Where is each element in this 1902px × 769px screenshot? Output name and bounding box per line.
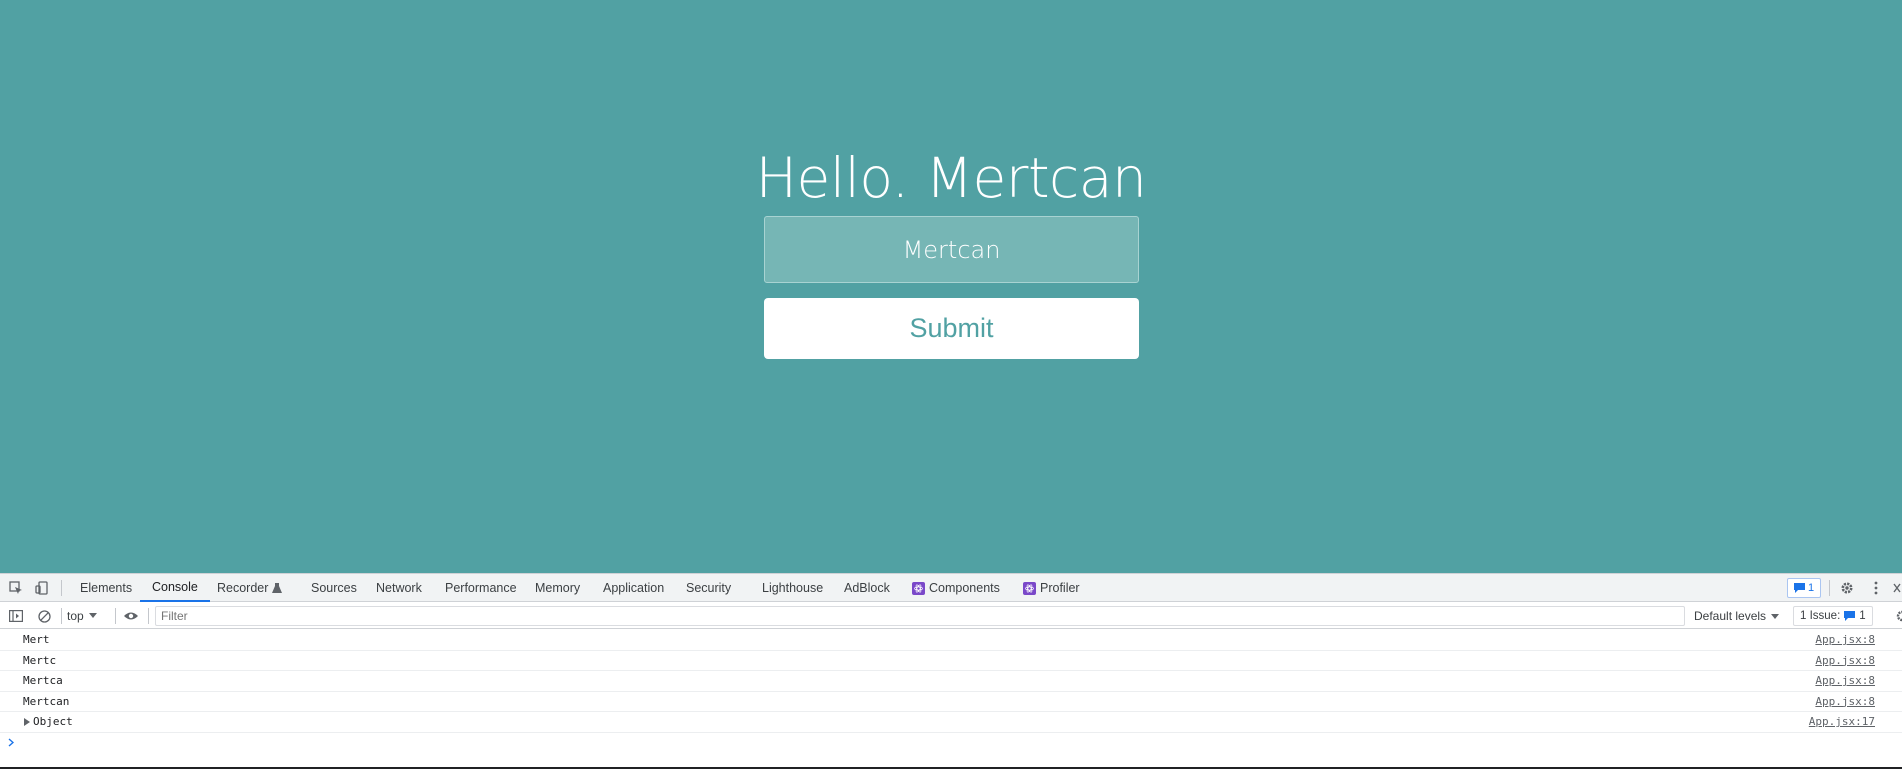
console-log-row: Mertc App.jsx:8	[0, 651, 1902, 671]
log-message: Mertcan	[23, 694, 70, 708]
tab-lighthouse[interactable]: Lighthouse	[762, 574, 823, 602]
issues-counter[interactable]: 1 Issue: 1	[1793, 606, 1873, 626]
issues-badge[interactable]: 1	[1787, 578, 1821, 598]
close-icon[interactable]	[1892, 580, 1902, 596]
filter-input[interactable]	[155, 606, 1685, 626]
devtools-tabbar: Elements Console Recorder Sources Networ…	[0, 574, 1902, 602]
device-toolbar-icon[interactable]	[34, 580, 50, 596]
console-prompt[interactable]	[0, 733, 1902, 755]
gear-icon[interactable]	[1839, 580, 1855, 596]
more-options-icon[interactable]	[1868, 580, 1884, 596]
react-logo-icon	[1023, 581, 1036, 595]
tab-security[interactable]: Security	[686, 574, 731, 602]
tabbar-divider	[61, 580, 62, 596]
tab-elements[interactable]: Elements	[80, 574, 132, 602]
name-input[interactable]	[764, 216, 1139, 283]
tab-profiler[interactable]: Profiler	[1023, 574, 1080, 602]
console-toolbar: top Default levels 1 Issue: 1	[0, 603, 1902, 629]
submit-button[interactable]: Submit	[764, 298, 1139, 359]
context-selector[interactable]: top	[67, 606, 97, 625]
tab-network[interactable]: Network	[376, 574, 422, 602]
tab-sources[interactable]: Sources	[311, 574, 357, 602]
toolbar-divider	[61, 608, 62, 624]
tab-console[interactable]: Console	[140, 574, 210, 602]
devtools-panel: Elements Console Recorder Sources Networ…	[0, 573, 1902, 769]
toolbar-divider	[148, 608, 149, 624]
log-source-link[interactable]: App.jsx:8	[1815, 654, 1875, 667]
console-settings-icon[interactable]	[1893, 608, 1902, 624]
log-message: Mertc	[23, 653, 57, 667]
eye-icon[interactable]	[123, 608, 139, 624]
app-viewport: Hello. Mertcan Submit	[0, 0, 1902, 573]
log-source-link[interactable]: App.jsx:17	[1809, 715, 1875, 728]
console-log-row: Mertca App.jsx:8	[0, 671, 1902, 692]
tab-recorder[interactable]: Recorder	[217, 574, 283, 602]
flask-icon	[272, 582, 283, 593]
console-log-row: Object App.jsx:17	[0, 712, 1902, 733]
toolbar-divider	[115, 608, 116, 624]
tab-components[interactable]: Components	[912, 574, 1000, 602]
console-log-row: Mertcan App.jsx:8	[0, 692, 1902, 712]
react-logo-icon	[912, 581, 925, 595]
log-source-link[interactable]: App.jsx:8	[1815, 633, 1875, 646]
log-source-link[interactable]: App.jsx:8	[1815, 674, 1875, 687]
inspect-element-icon[interactable]	[8, 580, 24, 596]
console-output: Mert App.jsx:8 Mertc App.jsx:8 Mertca Ap…	[0, 630, 1902, 769]
prompt-chevron-icon	[8, 736, 15, 750]
greeting-heading: Hello. Mertcan	[755, 146, 1147, 210]
clear-console-icon[interactable]	[36, 608, 52, 624]
object-expander[interactable]: Object	[24, 715, 73, 728]
log-message: Mert	[23, 633, 50, 647]
sidebar-toggle-icon[interactable]	[8, 608, 24, 624]
log-source-link[interactable]: App.jsx:8	[1815, 695, 1875, 708]
log-message: Object	[33, 715, 73, 729]
message-icon	[1793, 583, 1805, 593]
log-message: Mertca	[23, 674, 63, 688]
dropdown-arrow-icon	[1771, 613, 1780, 619]
tab-adblock[interactable]: AdBlock	[844, 574, 890, 602]
tabbar-divider	[1829, 580, 1830, 596]
expand-triangle-icon	[24, 717, 30, 726]
log-levels-dropdown[interactable]: Default levels	[1694, 606, 1780, 626]
dropdown-arrow-icon	[88, 613, 97, 618]
tab-performance[interactable]: Performance	[445, 574, 517, 602]
tab-memory[interactable]: Memory	[535, 574, 580, 602]
message-icon	[1844, 611, 1856, 621]
tab-application[interactable]: Application	[603, 574, 664, 602]
console-log-row: Mert App.jsx:8	[0, 630, 1902, 651]
